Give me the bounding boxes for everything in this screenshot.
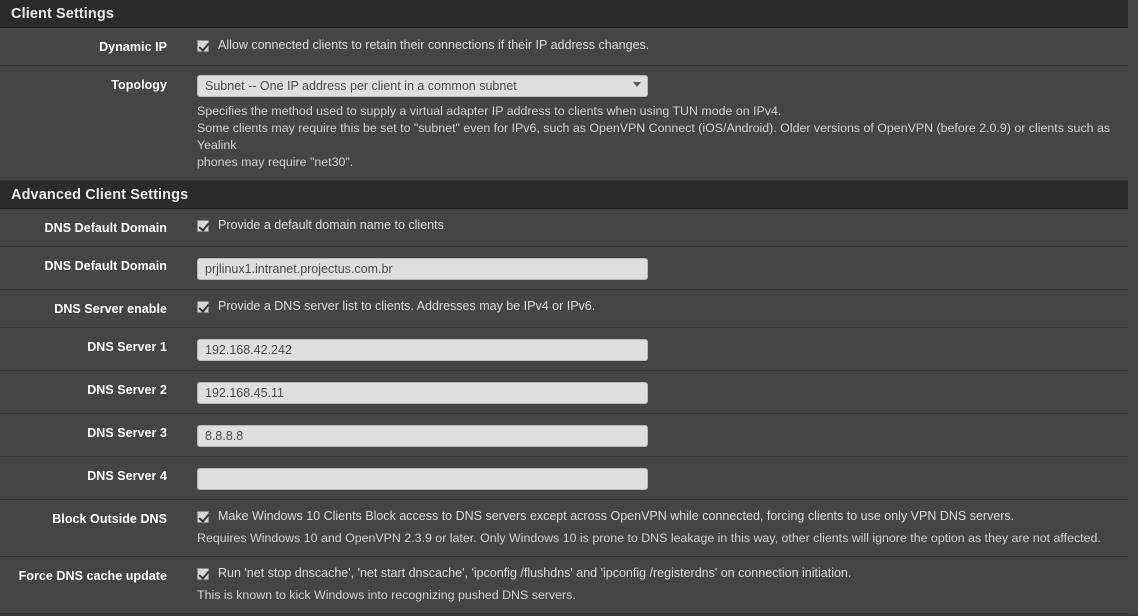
topology-select[interactable]: Subnet -- One IP address per client in a… <box>197 75 648 97</box>
checkbox-block-outside-dns-line[interactable]: Make Windows 10 Clients Block access to … <box>197 508 1118 524</box>
checkbox-dynamic-ip-line[interactable]: Allow connected clients to retain their … <box>197 37 1118 53</box>
row-dns-default-domain-enable: DNS Default Domain Provide a default dom… <box>0 209 1128 247</box>
label-dns-server-1: DNS Server 1 <box>87 340 167 354</box>
body-dns-server-3 <box>167 414 1128 456</box>
row-dns-default-domain-value: DNS Default Domain <box>0 247 1128 290</box>
body-dns-server-1 <box>167 328 1128 370</box>
row-dns-server-2: DNS Server 2 <box>0 371 1128 414</box>
label-dns-server-3: DNS Server 3 <box>87 426 167 440</box>
topology-select-wrapper[interactable]: Subnet -- One IP address per client in a… <box>197 75 648 97</box>
input-dns-server-1[interactable] <box>197 339 648 361</box>
checkbox-block-outside-dns-label: Make Windows 10 Clients Block access to … <box>218 509 1015 523</box>
label-topology: Topology <box>111 78 167 92</box>
force-dns-cache-update-description: This is known to kick Windows into recog… <box>197 587 1118 604</box>
label-dns-default-domain-enable: DNS Default Domain <box>44 221 167 235</box>
topology-help-line-2: Some clients may require this be set to … <box>197 121 1111 152</box>
section-client-settings: Client Settings Dynamic IP Allow connect… <box>0 0 1138 181</box>
row-force-dns-cache-update: Force DNS cache update Run 'net stop dns… <box>0 557 1128 614</box>
block-outside-dns-description: Requires Windows 10 and OpenVPN 2.3.9 or… <box>197 530 1118 547</box>
checkbox-force-dns-cache-update-label: Run 'net stop dnscache', 'net start dnsc… <box>218 566 852 580</box>
section-advanced-client-settings: Advanced Client Settings DNS Default Dom… <box>0 181 1138 614</box>
row-block-outside-dns: Block Outside DNS Make Windows 10 Client… <box>0 500 1128 557</box>
body-dns-server-4 <box>167 457 1128 499</box>
topology-help-line-1: Specifies the method used to supply a vi… <box>197 104 782 118</box>
checkbox-force-dns-cache-update-line[interactable]: Run 'net stop dnscache', 'net start dnsc… <box>197 565 1118 581</box>
checkbox-dns-server-enable-line[interactable]: Provide a DNS server list to clients. Ad… <box>197 298 1118 314</box>
checkbox-dns-server-enable[interactable] <box>197 301 209 313</box>
checkbox-dns-default-domain-line[interactable]: Provide a default domain name to clients <box>197 217 1118 233</box>
body-dns-default-domain-value <box>167 247 1128 289</box>
settings-page: Client Settings Dynamic IP Allow connect… <box>0 0 1138 616</box>
checkbox-dns-default-domain-label: Provide a default domain name to clients <box>218 218 444 232</box>
label-dns-server-enable: DNS Server enable <box>54 302 167 316</box>
section-header-advanced-client-settings: Advanced Client Settings <box>0 181 1128 209</box>
label-force-dns-cache-update: Force DNS cache update <box>18 569 167 583</box>
body-dns-server-enable: Provide a DNS server list to clients. Ad… <box>167 290 1128 323</box>
label-dns-server-4: DNS Server 4 <box>87 469 167 483</box>
row-dns-server-enable: DNS Server enable Provide a DNS server l… <box>0 290 1128 328</box>
checkbox-dynamic-ip[interactable] <box>197 40 209 52</box>
input-dns-server-2[interactable] <box>197 382 648 404</box>
force-dns-cache-update-help-line-1: This is known to kick Windows into recog… <box>197 588 576 602</box>
block-outside-dns-help-line-1: Requires Windows 10 and OpenVPN 2.3.9 or… <box>197 531 1101 545</box>
body-dns-server-2 <box>167 371 1128 413</box>
checkbox-dns-default-domain[interactable] <box>197 220 209 232</box>
label-dns-server-2: DNS Server 2 <box>87 383 167 397</box>
label-dynamic-ip: Dynamic IP <box>99 40 167 54</box>
label-dns-default-domain-value: DNS Default Domain <box>44 259 167 273</box>
body-dns-default-domain-enable: Provide a default domain name to clients <box>167 209 1128 242</box>
row-dns-server-4: DNS Server 4 <box>0 457 1128 500</box>
input-dns-server-3[interactable] <box>197 425 648 447</box>
topology-help-line-3: phones may require "net30". <box>197 155 354 169</box>
checkbox-dynamic-ip-label: Allow connected clients to retain their … <box>218 38 650 52</box>
checkbox-dns-server-enable-label: Provide a DNS server list to clients. Ad… <box>218 299 596 313</box>
checkbox-force-dns-cache-update[interactable] <box>197 568 209 580</box>
label-block-outside-dns: Block Outside DNS <box>52 512 167 526</box>
row-dynamic-ip: Dynamic IP Allow connected clients to re… <box>0 28 1128 66</box>
input-dns-default-domain[interactable] <box>197 258 648 280</box>
chevron-down-icon[interactable] <box>633 82 641 87</box>
body-force-dns-cache-update: Run 'net stop dnscache', 'net start dnsc… <box>167 557 1128 613</box>
row-dns-server-3: DNS Server 3 <box>0 414 1128 457</box>
section-header-client-settings: Client Settings <box>0 0 1128 28</box>
input-dns-server-4[interactable] <box>197 468 648 490</box>
body-topology: Subnet -- One IP address per client in a… <box>167 66 1128 180</box>
checkbox-block-outside-dns[interactable] <box>197 511 209 523</box>
row-dns-server-1: DNS Server 1 <box>0 328 1128 371</box>
topology-description: Specifies the method used to supply a vi… <box>197 103 1118 171</box>
body-dynamic-ip: Allow connected clients to retain their … <box>167 28 1128 63</box>
body-block-outside-dns: Make Windows 10 Clients Block access to … <box>167 500 1128 556</box>
row-topology: Topology Subnet -- One IP address per cl… <box>0 66 1128 181</box>
